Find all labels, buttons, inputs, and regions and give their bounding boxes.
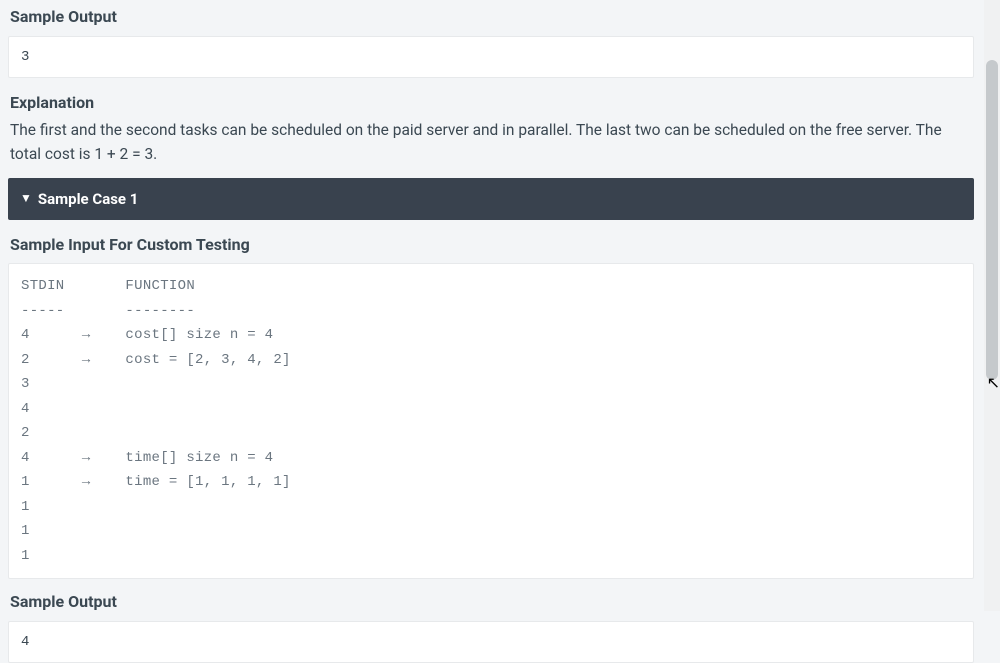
sample-input-code-1: STDIN FUNCTION ----- -------- 4 → cost[]… [8, 263, 974, 579]
explanation-header-0: Explanation [8, 88, 974, 118]
explanation-text-0: The first and the second tasks can be sc… [8, 118, 974, 178]
sample-case-1-toggle[interactable]: ▼ Sample Case 1 [8, 178, 974, 220]
sample-output-box-1: 4 [8, 621, 974, 663]
vertical-scrollbar-track[interactable] [984, 0, 1000, 611]
triangle-down-icon: ▼ [20, 189, 32, 208]
sample-input-header-1: Sample Input For Custom Testing [8, 228, 974, 264]
sample-case-1-label: Sample Case 1 [38, 187, 138, 211]
sample-output-header-0: Sample Output [8, 0, 974, 36]
sample-output-box-0: 3 [8, 36, 974, 78]
sample-output-header-1: Sample Output [8, 585, 974, 621]
vertical-scrollbar-thumb[interactable] [986, 60, 998, 380]
